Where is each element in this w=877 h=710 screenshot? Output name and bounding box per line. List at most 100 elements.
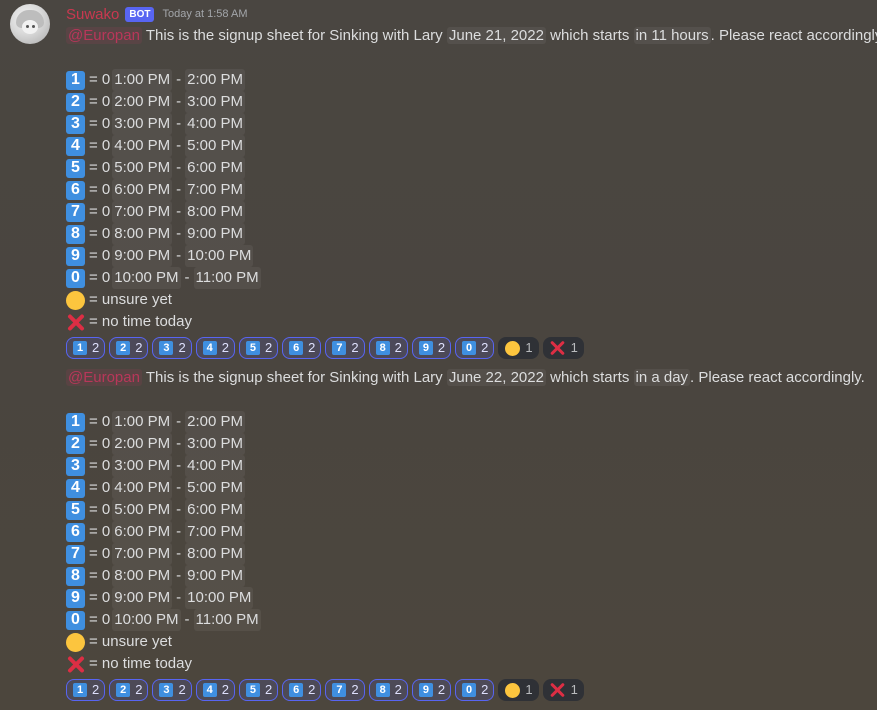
reaction-count: 2 (437, 682, 446, 697)
slot-end[interactable]: 11:00 PM (193, 267, 261, 289)
slot-prefix: = 0 (89, 545, 111, 562)
reaction-count: 1 (570, 682, 578, 697)
slot-end[interactable]: 4:00 PM (185, 455, 246, 477)
slot-sep: - (176, 247, 182, 264)
reaction-count: 2 (221, 340, 229, 355)
keycap-icon: 1 (66, 412, 85, 432)
reaction-button[interactable]: 62 (282, 337, 322, 359)
keycap-icon: 0 (462, 341, 477, 355)
slot-end[interactable]: 9:00 PM (185, 223, 246, 245)
slot-start[interactable]: 1:00 PM (112, 69, 173, 91)
reaction-button[interactable]: 12 (66, 337, 106, 359)
slot-start[interactable]: 5:00 PM (112, 157, 173, 179)
slot-prefix: = 0 (89, 137, 111, 154)
slot-end[interactable]: 5:00 PM (185, 477, 246, 499)
reaction-button[interactable]: 12 (66, 679, 106, 701)
slot-start[interactable]: 4:00 PM (112, 477, 173, 499)
reaction-button[interactable]: 62 (282, 679, 322, 701)
reaction-button[interactable]: 02 (455, 337, 495, 359)
time-slot: 7 = 0 7:00 PM -8:00 PM (66, 543, 865, 565)
slot-start[interactable]: 3:00 PM (112, 455, 173, 477)
slot-sep: - (176, 457, 182, 474)
reaction-button[interactable]: 32 (152, 337, 192, 359)
no-time-label: = no time today (89, 313, 192, 330)
reaction-button[interactable]: 1 (542, 337, 584, 359)
slot-start[interactable]: 7:00 PM (112, 543, 173, 565)
slot-end[interactable]: 4:00 PM (185, 113, 246, 135)
reaction-count: 2 (394, 682, 402, 697)
slot-start[interactable]: 8:00 PM (112, 565, 173, 587)
slot-end[interactable]: 3:00 PM (185, 433, 246, 455)
reaction-button[interactable]: 02 (455, 679, 495, 701)
slot-start[interactable]: 6:00 PM (112, 521, 173, 543)
author-avatar[interactable] (10, 4, 50, 44)
slot-sep: - (176, 479, 182, 496)
slot-end[interactable]: 7:00 PM (185, 521, 246, 543)
slot-start[interactable]: 5:00 PM (112, 499, 173, 521)
slot-start[interactable]: 7:00 PM (112, 201, 173, 223)
reaction-button[interactable]: 72 (325, 337, 365, 359)
reaction-button[interactable]: 22 (109, 337, 149, 359)
reaction-button[interactable]: 22 (109, 679, 149, 701)
slot-end[interactable]: 10:00 PM (185, 587, 254, 609)
slot-end[interactable]: 8:00 PM (185, 543, 246, 565)
reaction-button[interactable]: 42 (195, 337, 235, 359)
bot-badge: BOT (125, 6, 155, 22)
message-timestamp[interactable]: Today at 1:58 AM (162, 8, 247, 20)
slot-sep: - (176, 71, 182, 88)
slot-start[interactable]: 9:00 PM (112, 245, 173, 267)
slot-start[interactable]: 1:00 PM (112, 411, 173, 433)
slot-end[interactable]: 3:00 PM (185, 91, 246, 113)
slot-start[interactable]: 10:00 PM (112, 609, 181, 631)
reaction-button[interactable]: 52 (238, 337, 279, 359)
relative-time[interactable]: in a day (633, 369, 691, 386)
reaction-button[interactable]: 52 (238, 679, 279, 701)
reaction-button[interactable]: 1 (498, 337, 539, 359)
reaction-button[interactable]: 82 (368, 337, 408, 359)
slot-sep: - (176, 159, 182, 176)
relative-time[interactable]: in 11 hours (633, 27, 711, 44)
slot-prefix: = 0 (89, 247, 111, 264)
slot-end[interactable]: 6:00 PM (185, 499, 246, 521)
slot-end[interactable]: 10:00 PM (185, 245, 254, 267)
slot-start[interactable]: 2:00 PM (112, 91, 173, 113)
user-mention[interactable]: @Europan (66, 27, 142, 44)
reaction-count: 2 (264, 682, 273, 697)
keycap-icon: 5 (66, 500, 85, 520)
reaction-button[interactable]: 42 (195, 679, 235, 701)
slot-start[interactable]: 8:00 PM (112, 223, 173, 245)
reaction-button[interactable]: 92 (411, 337, 452, 359)
slot-end[interactable]: 7:00 PM (185, 179, 246, 201)
slot-start[interactable]: 6:00 PM (112, 179, 173, 201)
slot-start[interactable]: 3:00 PM (112, 113, 173, 135)
slot-end[interactable]: 8:00 PM (185, 201, 246, 223)
slot-start[interactable]: 10:00 PM (112, 267, 181, 289)
event-date[interactable]: June 22, 2022 (446, 369, 546, 386)
slot-start[interactable]: 2:00 PM (112, 433, 173, 455)
reaction-count: 2 (92, 682, 100, 697)
reaction-button[interactable]: 32 (152, 679, 192, 701)
slot-prefix: = 0 (89, 435, 111, 452)
reaction-button[interactable]: 1 (498, 679, 539, 701)
keycap-icon: 5 (245, 341, 260, 355)
author-username[interactable]: Suwako (66, 6, 119, 23)
user-mention[interactable]: @Europan (66, 369, 142, 386)
reaction-button[interactable]: 82 (368, 679, 408, 701)
slot-start[interactable]: 9:00 PM (112, 587, 173, 609)
slot-end[interactable]: 11:00 PM (193, 609, 261, 631)
slot-start[interactable]: 4:00 PM (112, 135, 173, 157)
reaction-count: 1 (570, 340, 578, 355)
event-date[interactable]: June 21, 2022 (446, 27, 546, 44)
keycap-icon: 9 (66, 246, 85, 266)
slot-end[interactable]: 9:00 PM (185, 565, 246, 587)
slot-end[interactable]: 5:00 PM (185, 135, 246, 157)
keycap-icon: 5 (245, 683, 260, 697)
slot-end[interactable]: 2:00 PM (185, 411, 246, 433)
keycap-icon: 9 (418, 341, 433, 355)
reaction-button[interactable]: 72 (325, 679, 365, 701)
slot-end[interactable]: 2:00 PM (185, 69, 246, 91)
slot-end[interactable]: 6:00 PM (185, 157, 246, 179)
reaction-button[interactable]: 92 (411, 679, 452, 701)
reaction-button[interactable]: 1 (542, 679, 584, 701)
time-slot: 6 = 0 6:00 PM -7:00 PM (66, 521, 865, 543)
